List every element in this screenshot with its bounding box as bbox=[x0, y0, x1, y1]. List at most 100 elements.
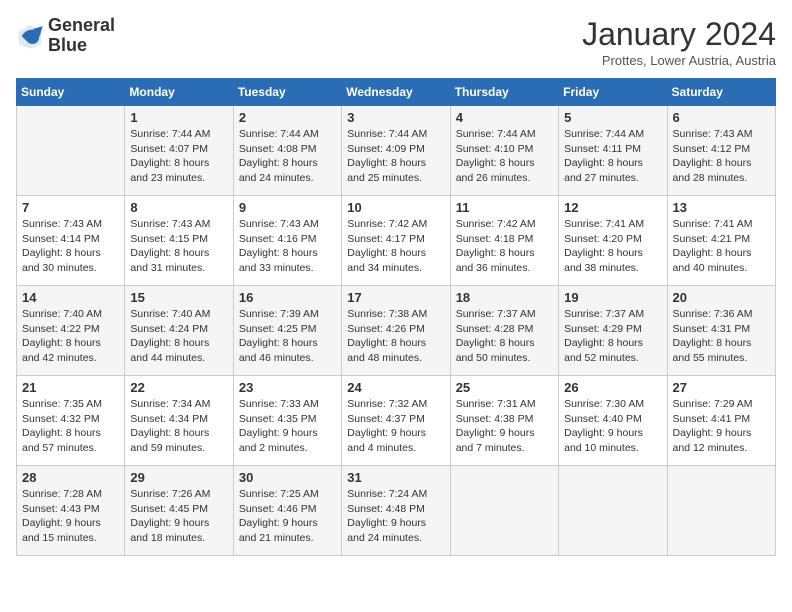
calendar-cell: 26 Sunrise: 7:30 AM Sunset: 4:40 PM Dayli… bbox=[559, 376, 667, 466]
calendar-cell: 21 Sunrise: 7:35 AM Sunset: 4:32 PM Dayli… bbox=[17, 376, 125, 466]
logo: General Blue bbox=[16, 16, 115, 56]
day-info: Sunrise: 7:36 AM Sunset: 4:31 PM Dayligh… bbox=[673, 307, 770, 366]
calendar-body: 1 Sunrise: 7:44 AM Sunset: 4:07 PM Daylig… bbox=[17, 106, 776, 556]
day-number: 17 bbox=[347, 290, 444, 305]
day-number: 24 bbox=[347, 380, 444, 395]
column-header-tuesday: Tuesday bbox=[233, 79, 341, 106]
day-info: Sunrise: 7:24 AM Sunset: 4:48 PM Dayligh… bbox=[347, 487, 444, 546]
column-header-saturday: Saturday bbox=[667, 79, 775, 106]
day-number: 5 bbox=[564, 110, 661, 125]
calendar-cell: 23Sunrise: 7:33 AM Sunset: 4:35 PM Dayli… bbox=[233, 376, 341, 466]
calendar-cell: 27 Sunrise: 7:29 AM Sunset: 4:41 PM Dayli… bbox=[667, 376, 775, 466]
calendar-cell: 17 Sunrise: 7:38 AM Sunset: 4:26 PM Dayli… bbox=[342, 286, 450, 376]
day-number: 26 bbox=[564, 380, 661, 395]
calendar-cell: 9Sunrise: 7:43 AM Sunset: 4:16 PM Daylig… bbox=[233, 196, 341, 286]
calendar-cell: 4Sunrise: 7:44 AM Sunset: 4:10 PM Daylig… bbox=[450, 106, 558, 196]
logo-line1: General bbox=[48, 16, 115, 36]
day-info: Sunrise: 7:33 AM Sunset: 4:35 PM Dayligh… bbox=[239, 397, 336, 456]
calendar-cell bbox=[450, 466, 558, 556]
column-header-friday: Friday bbox=[559, 79, 667, 106]
day-number: 21 bbox=[22, 380, 119, 395]
calendar-cell: 1 Sunrise: 7:44 AM Sunset: 4:07 PM Daylig… bbox=[125, 106, 233, 196]
day-number: 29 bbox=[130, 470, 227, 485]
day-number: 27 bbox=[673, 380, 770, 395]
day-info: Sunrise: 7:38 AM Sunset: 4:26 PM Dayligh… bbox=[347, 307, 444, 366]
calendar-cell: 16 Sunrise: 7:39 AM Sunset: 4:25 PM Dayli… bbox=[233, 286, 341, 376]
week-row-3: 14 Sunrise: 7:40 AM Sunset: 4:22 PM Dayli… bbox=[17, 286, 776, 376]
day-info: Sunrise: 7:44 AM Sunset: 4:08 PM Dayligh… bbox=[239, 127, 336, 186]
day-number: 31 bbox=[347, 470, 444, 485]
day-info: Sunrise: 7:39 AM Sunset: 4:25 PM Dayligh… bbox=[239, 307, 336, 366]
calendar-cell bbox=[667, 466, 775, 556]
day-info: Sunrise: 7:44 AM Sunset: 4:07 PM Dayligh… bbox=[130, 127, 227, 186]
day-number: 1 bbox=[130, 110, 227, 125]
day-info: Sunrise: 7:28 AM Sunset: 4:43 PM Dayligh… bbox=[22, 487, 119, 546]
day-number: 13 bbox=[673, 200, 770, 215]
day-number: 15 bbox=[130, 290, 227, 305]
calendar-cell: 10Sunrise: 7:42 AM Sunset: 4:17 PM Dayli… bbox=[342, 196, 450, 286]
day-info: Sunrise: 7:29 AM Sunset: 4:41 PM Dayligh… bbox=[673, 397, 770, 456]
day-number: 30 bbox=[239, 470, 336, 485]
day-number: 6 bbox=[673, 110, 770, 125]
day-info: Sunrise: 7:35 AM Sunset: 4:32 PM Dayligh… bbox=[22, 397, 119, 456]
week-row-5: 28 Sunrise: 7:28 AM Sunset: 4:43 PM Dayli… bbox=[17, 466, 776, 556]
calendar-title: January 2024 bbox=[582, 16, 776, 53]
calendar-cell: 20 Sunrise: 7:36 AM Sunset: 4:31 PM Dayli… bbox=[667, 286, 775, 376]
day-number: 19 bbox=[564, 290, 661, 305]
day-info: Sunrise: 7:44 AM Sunset: 4:11 PM Dayligh… bbox=[564, 127, 661, 186]
calendar-cell bbox=[559, 466, 667, 556]
calendar-cell: 7 Sunrise: 7:43 AM Sunset: 4:14 PM Daylig… bbox=[17, 196, 125, 286]
week-row-2: 7 Sunrise: 7:43 AM Sunset: 4:14 PM Daylig… bbox=[17, 196, 776, 286]
page-header: General Blue January 2024 Prottes, Lower… bbox=[16, 16, 776, 68]
day-info: Sunrise: 7:40 AM Sunset: 4:22 PM Dayligh… bbox=[22, 307, 119, 366]
calendar-table: SundayMondayTuesdayWednesdayThursdayFrid… bbox=[16, 78, 776, 556]
calendar-cell bbox=[17, 106, 125, 196]
day-number: 22 bbox=[130, 380, 227, 395]
day-info: Sunrise: 7:43 AM Sunset: 4:12 PM Dayligh… bbox=[673, 127, 770, 186]
title-block: January 2024 Prottes, Lower Austria, Aus… bbox=[582, 16, 776, 68]
day-info: Sunrise: 7:40 AM Sunset: 4:24 PM Dayligh… bbox=[130, 307, 227, 366]
column-header-monday: Monday bbox=[125, 79, 233, 106]
day-info: Sunrise: 7:31 AM Sunset: 4:38 PM Dayligh… bbox=[456, 397, 553, 456]
day-number: 11 bbox=[456, 200, 553, 215]
day-number: 18 bbox=[456, 290, 553, 305]
calendar-cell: 25 Sunrise: 7:31 AM Sunset: 4:38 PM Dayli… bbox=[450, 376, 558, 466]
day-info: Sunrise: 7:42 AM Sunset: 4:17 PM Dayligh… bbox=[347, 217, 444, 276]
calendar-cell: 18Sunrise: 7:37 AM Sunset: 4:28 PM Dayli… bbox=[450, 286, 558, 376]
day-info: Sunrise: 7:43 AM Sunset: 4:14 PM Dayligh… bbox=[22, 217, 119, 276]
day-number: 8 bbox=[130, 200, 227, 215]
column-header-wednesday: Wednesday bbox=[342, 79, 450, 106]
calendar-cell: 24 Sunrise: 7:32 AM Sunset: 4:37 PM Dayli… bbox=[342, 376, 450, 466]
calendar-cell: 19Sunrise: 7:37 AM Sunset: 4:29 PM Dayli… bbox=[559, 286, 667, 376]
day-info: Sunrise: 7:30 AM Sunset: 4:40 PM Dayligh… bbox=[564, 397, 661, 456]
calendar-cell: 31 Sunrise: 7:24 AM Sunset: 4:48 PM Dayli… bbox=[342, 466, 450, 556]
column-header-thursday: Thursday bbox=[450, 79, 558, 106]
day-info: Sunrise: 7:41 AM Sunset: 4:20 PM Dayligh… bbox=[564, 217, 661, 276]
day-number: 7 bbox=[22, 200, 119, 215]
day-number: 3 bbox=[347, 110, 444, 125]
day-number: 28 bbox=[22, 470, 119, 485]
calendar-subtitle: Prottes, Lower Austria, Austria bbox=[582, 53, 776, 68]
week-row-4: 21 Sunrise: 7:35 AM Sunset: 4:32 PM Dayli… bbox=[17, 376, 776, 466]
day-number: 2 bbox=[239, 110, 336, 125]
column-header-sunday: Sunday bbox=[17, 79, 125, 106]
day-info: Sunrise: 7:32 AM Sunset: 4:37 PM Dayligh… bbox=[347, 397, 444, 456]
day-info: Sunrise: 7:26 AM Sunset: 4:45 PM Dayligh… bbox=[130, 487, 227, 546]
day-number: 25 bbox=[456, 380, 553, 395]
day-info: Sunrise: 7:25 AM Sunset: 4:46 PM Dayligh… bbox=[239, 487, 336, 546]
day-info: Sunrise: 7:41 AM Sunset: 4:21 PM Dayligh… bbox=[673, 217, 770, 276]
calendar-cell: 14 Sunrise: 7:40 AM Sunset: 4:22 PM Dayli… bbox=[17, 286, 125, 376]
day-number: 14 bbox=[22, 290, 119, 305]
logo-line2: Blue bbox=[48, 36, 115, 56]
calendar-cell: 5 Sunrise: 7:44 AM Sunset: 4:11 PM Daylig… bbox=[559, 106, 667, 196]
day-number: 20 bbox=[673, 290, 770, 305]
calendar-cell: 29 Sunrise: 7:26 AM Sunset: 4:45 PM Dayli… bbox=[125, 466, 233, 556]
header-row: SundayMondayTuesdayWednesdayThursdayFrid… bbox=[17, 79, 776, 106]
calendar-cell: 11Sunrise: 7:42 AM Sunset: 4:18 PM Dayli… bbox=[450, 196, 558, 286]
calendar-cell: 28 Sunrise: 7:28 AM Sunset: 4:43 PM Dayli… bbox=[17, 466, 125, 556]
calendar-cell: 30 Sunrise: 7:25 AM Sunset: 4:46 PM Dayli… bbox=[233, 466, 341, 556]
calendar-header: SundayMondayTuesdayWednesdayThursdayFrid… bbox=[17, 79, 776, 106]
day-number: 16 bbox=[239, 290, 336, 305]
calendar-cell: 15 Sunrise: 7:40 AM Sunset: 4:24 PM Dayli… bbox=[125, 286, 233, 376]
day-info: Sunrise: 7:43 AM Sunset: 4:16 PM Dayligh… bbox=[239, 217, 336, 276]
